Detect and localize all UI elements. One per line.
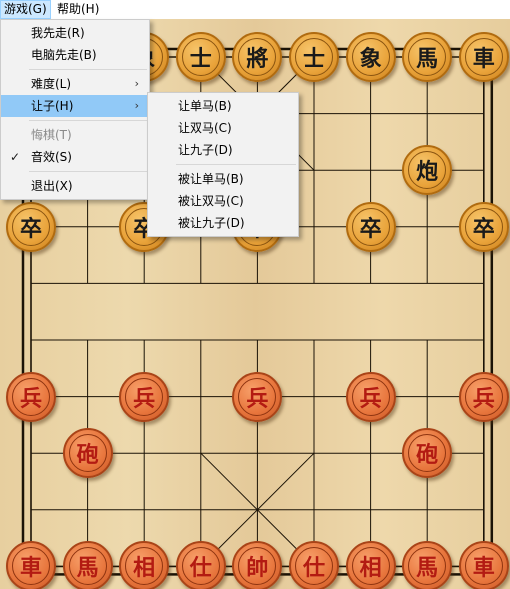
piece-label: 將	[238, 38, 277, 76]
menu-item-label: 让双马(C)	[178, 121, 232, 135]
game-menu: 我先走(R) 电脑先走(B) 难度(L) › 让子(H) › 悔棋(T) ✓ 音效(S…	[0, 19, 150, 200]
menu-item-give-two-horses[interactable]: 让双马(C)	[148, 117, 298, 139]
menu-separator	[29, 69, 147, 70]
red-horse-piece[interactable]: 馬	[62, 541, 113, 589]
menu-separator	[29, 171, 147, 172]
piece-label: 相	[125, 547, 164, 586]
menu-item-label: 悔棋(T)	[31, 128, 72, 142]
handicap-submenu: 让单马(B) 让双马(C) 让九子(D) 被让单马(B) 被让双马(C) 被让九…	[147, 92, 299, 237]
menu-item-label: 被让双马(C)	[178, 194, 244, 208]
menu-item-undo: 悔棋(T)	[1, 124, 149, 146]
piece-label: 車	[464, 38, 503, 76]
menu-help[interactable]: 帮助(H)	[54, 0, 102, 19]
menu-separator	[176, 164, 296, 165]
menu-bar: 游戏(G) 帮助(H)	[0, 0, 510, 19]
black-chariot-piece[interactable]: 車	[458, 32, 509, 82]
red-elephant-piece[interactable]: 相	[345, 541, 396, 589]
red-cannon-piece[interactable]: 砲	[62, 428, 113, 479]
piece-label: 兵	[464, 377, 503, 416]
piece-label: 炮	[408, 151, 447, 190]
red-soldier-piece[interactable]: 兵	[6, 371, 56, 422]
black-soldier-piece[interactable]: 卒	[458, 201, 509, 252]
menu-separator	[29, 120, 147, 121]
red-advisor-piece[interactable]: 仕	[289, 541, 339, 589]
menu-item-label: 音效(S)	[31, 150, 72, 164]
menu-item-label: 退出(X)	[31, 179, 73, 193]
menu-item-sound[interactable]: ✓ 音效(S)	[1, 146, 149, 168]
piece-label: 帥	[238, 547, 277, 586]
piece-label: 馬	[68, 547, 107, 586]
red-general-piece[interactable]: 帥	[232, 541, 283, 589]
piece-label: 仕	[181, 547, 220, 586]
piece-label: 兵	[351, 377, 390, 416]
red-chariot-piece[interactable]: 車	[6, 541, 56, 589]
piece-label: 兵	[238, 377, 277, 416]
menu-game[interactable]: 游戏(G)	[0, 0, 51, 19]
red-elephant-piece[interactable]: 相	[119, 541, 170, 589]
black-soldier-piece[interactable]: 卒	[6, 201, 56, 252]
piece-label: 馬	[408, 547, 447, 586]
menu-item-receive-nine[interactable]: 被让九子(D)	[148, 212, 298, 234]
menu-item-difficulty[interactable]: 难度(L) ›	[1, 73, 149, 95]
black-elephant-piece[interactable]: 象	[345, 32, 396, 82]
piece-label: 兵	[125, 377, 164, 416]
piece-label: 砲	[408, 434, 447, 473]
checkmark-icon: ✓	[10, 150, 21, 164]
piece-label: 兵	[12, 377, 50, 416]
piece-label: 砲	[68, 434, 107, 473]
menu-item-give-one-horse[interactable]: 让单马(B)	[148, 95, 298, 117]
piece-label: 車	[464, 547, 503, 586]
menu-item-label: 让子(H)	[31, 99, 74, 113]
red-soldier-piece[interactable]: 兵	[458, 371, 509, 422]
piece-label: 車	[12, 547, 50, 586]
piece-label: 卒	[351, 207, 390, 246]
menu-item-first-move-pc[interactable]: 电脑先走(B)	[1, 44, 149, 66]
menu-item-label: 被让单马(B)	[178, 172, 244, 186]
black-horse-piece[interactable]: 馬	[402, 32, 453, 82]
red-soldier-piece[interactable]: 兵	[119, 371, 170, 422]
red-soldier-piece[interactable]: 兵	[345, 371, 396, 422]
menu-item-receive-one-horse[interactable]: 被让单马(B)	[148, 168, 298, 190]
chevron-right-icon: ›	[134, 99, 139, 112]
menu-item-receive-two-horses[interactable]: 被让双马(C)	[148, 190, 298, 212]
red-chariot-piece[interactable]: 車	[458, 541, 509, 589]
piece-label: 士	[295, 38, 333, 76]
menu-item-first-move-me[interactable]: 我先走(R)	[1, 22, 149, 44]
menu-item-label: 难度(L)	[31, 77, 72, 91]
red-horse-piece[interactable]: 馬	[402, 541, 453, 589]
menu-item-handicap[interactable]: 让子(H) ›	[1, 95, 149, 117]
menu-item-label: 我先走(R)	[31, 26, 85, 40]
red-soldier-piece[interactable]: 兵	[232, 371, 283, 422]
menu-item-give-nine[interactable]: 让九子(D)	[148, 139, 298, 161]
menu-item-label: 电脑先走(B)	[31, 48, 97, 62]
menu-item-exit[interactable]: 退出(X)	[1, 175, 149, 197]
menu-item-label: 被让九子(D)	[178, 216, 245, 230]
piece-label: 卒	[12, 207, 50, 246]
menu-item-label: 让单马(B)	[178, 99, 232, 113]
red-advisor-piece[interactable]: 仕	[175, 541, 226, 589]
chevron-right-icon: ›	[134, 77, 139, 90]
piece-label: 馬	[408, 38, 447, 76]
piece-label: 相	[351, 547, 390, 586]
black-soldier-piece[interactable]: 卒	[345, 201, 396, 252]
black-advisor-piece[interactable]: 士	[175, 32, 226, 82]
piece-label: 仕	[295, 547, 333, 586]
menu-item-label: 让九子(D)	[178, 143, 233, 157]
piece-label: 象	[351, 38, 390, 76]
piece-label: 卒	[464, 207, 503, 246]
piece-label: 士	[181, 38, 220, 76]
black-advisor-piece[interactable]: 士	[289, 32, 339, 82]
